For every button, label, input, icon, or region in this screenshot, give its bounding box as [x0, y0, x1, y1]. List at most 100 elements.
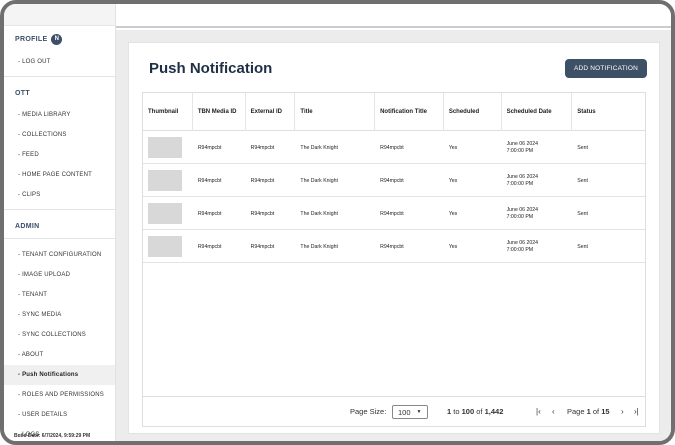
- thumbnail-image[interactable]: [148, 236, 182, 257]
- cell-external-id: R94mpcbt: [250, 144, 275, 151]
- sidebar-item-tenant[interactable]: - TENANT: [4, 285, 115, 305]
- top-bar: [116, 4, 671, 28]
- sidebar-item-push-notifications[interactable]: - Push Notifications: [4, 365, 115, 385]
- table-header: Thumbnail TBN Media ID External ID Title…: [143, 93, 645, 131]
- page-size-label: Page Size:: [350, 407, 387, 416]
- sidebar-divider: [4, 76, 115, 77]
- cell-title: The Dark Knight: [300, 177, 338, 184]
- scheduled-date-time: 7:00:00 PM: [506, 147, 534, 154]
- sidebar-item-clips[interactable]: - CLIPS: [4, 185, 115, 205]
- cell-status: Sent: [577, 177, 588, 184]
- scheduled-date-time: 7:00:00 PM: [506, 180, 534, 187]
- previous-page-icon[interactable]: ‹: [552, 407, 555, 416]
- avatar[interactable]: N: [51, 33, 63, 45]
- sidebar-item-collections[interactable]: - COLLECTIONS: [4, 125, 115, 145]
- column-header-title[interactable]: Title: [295, 93, 376, 131]
- sidebar-item-sync-collections[interactable]: - SYNC COLLECTIONS: [4, 325, 115, 345]
- range-start: 1: [447, 407, 452, 416]
- sidebar-item-feed[interactable]: - FEED: [4, 145, 115, 165]
- sidebar-item-media-library[interactable]: - MEDIA LIBRARY: [4, 105, 115, 125]
- column-header-scheduled[interactable]: Scheduled: [444, 93, 502, 131]
- table-row[interactable]: R94mpcbt R94mpcbt The Dark Knight R94mpc…: [143, 164, 645, 197]
- sidebar-item-roles-and-permissions[interactable]: - ROLES AND PERMISSIONS: [4, 385, 115, 405]
- range-end: 100: [461, 407, 475, 416]
- sidebar-item-sync-media[interactable]: - SYNC MEDIA: [4, 305, 115, 325]
- table-row[interactable]: R94mpcbt R94mpcbt The Dark Knight R94mpc…: [143, 131, 645, 164]
- scheduled-date-day: June 06 2024: [506, 140, 539, 147]
- page-label: Page: [567, 407, 585, 416]
- column-header-thumbnail[interactable]: Thumbnail: [143, 93, 193, 131]
- cell-notification-title: R94mpcbt: [380, 243, 404, 250]
- cell-scheduled: Yes: [448, 177, 458, 184]
- last-page-icon[interactable]: ›|: [634, 407, 639, 416]
- cell-title: The Dark Knight: [300, 243, 338, 250]
- range-total: 1,442: [484, 407, 504, 416]
- table-row[interactable]: R94mpcbt R94mpcbt The Dark Knight R94mpc…: [143, 230, 645, 263]
- content-card: Push Notification ADD NOTIFICATION Thumb…: [128, 42, 660, 434]
- cell-notification-title: R94mpcbt: [380, 210, 404, 217]
- pagination-bar: Page Size: 100 ▼ 1 to 100 of 1,442 |‹ ‹ …: [142, 397, 646, 427]
- row-range: 1 to 100 of 1,442: [447, 407, 503, 416]
- build-date: Build Date: 6/7/2024, 9:59:29 PM: [14, 433, 91, 439]
- cell-tbn-media-id: R94mpcbt: [197, 144, 222, 151]
- thumbnail-image[interactable]: [148, 170, 182, 191]
- cell-scheduled: Yes: [448, 243, 458, 250]
- column-header-notification-title[interactable]: Notification Title: [375, 93, 444, 131]
- sidebar-item-home-page-content[interactable]: - HOME PAGE CONTENT: [4, 165, 115, 185]
- cell-status: Sent: [577, 243, 588, 250]
- cell-tbn-media-id: R94mpcbt: [197, 177, 222, 184]
- sidebar-item-about[interactable]: - ABOUT: [4, 345, 115, 365]
- cell-tbn-media-id: R94mpcbt: [197, 210, 222, 217]
- cell-tbn-media-id: R94mpcbt: [197, 243, 222, 250]
- current-page: 1: [586, 407, 591, 416]
- column-header-scheduled-date[interactable]: Scheduled Date: [502, 93, 573, 131]
- column-header-tbn-media-id[interactable]: TBN Media ID: [193, 93, 246, 131]
- cell-title: The Dark Knight: [300, 144, 338, 151]
- scheduled-date-day: June 06 2024: [506, 206, 539, 213]
- page-size-select[interactable]: 100 ▼: [392, 405, 428, 419]
- cell-notification-title: R94mpcbt: [380, 144, 404, 151]
- cell-scheduled-date: June 06 2024 7:00:00 PM: [502, 164, 573, 197]
- first-page-icon[interactable]: |‹: [536, 407, 541, 416]
- sidebar-item-image-upload[interactable]: - IMAGE UPLOAD: [4, 265, 115, 285]
- total-pages: 15: [601, 407, 610, 416]
- thumbnail-image[interactable]: [148, 203, 182, 224]
- cell-scheduled-date: June 06 2024 7:00:00 PM: [502, 197, 573, 230]
- cell-scheduled: Yes: [448, 144, 458, 151]
- sidebar-item-tenant-configuration[interactable]: - TENANT CONFIGURATION: [4, 245, 115, 265]
- app-window: PROFILE N - LOG OUT OTT - MEDIA LIBRARY …: [0, 0, 675, 445]
- scheduled-date-day: June 06 2024: [506, 239, 539, 246]
- add-notification-button[interactable]: ADD NOTIFICATION: [565, 59, 647, 78]
- range-of: of: [476, 407, 483, 416]
- notifications-table: Thumbnail TBN Media ID External ID Title…: [142, 92, 646, 397]
- column-header-external-id[interactable]: External ID: [246, 93, 296, 131]
- page-of-label: of: [592, 407, 600, 416]
- page-indicator: Page 1 of 15: [567, 407, 610, 416]
- cell-notification-title: R94mpcbt: [380, 177, 404, 184]
- ott-heading: OTT: [15, 89, 30, 97]
- sidebar-top-band: [4, 4, 115, 26]
- next-page-icon[interactable]: ›: [621, 407, 624, 416]
- range-to: to: [453, 407, 460, 416]
- sidebar-item-user-details[interactable]: - USER DETAILS: [4, 405, 115, 425]
- cell-scheduled-date: June 06 2024 7:00:00 PM: [502, 131, 573, 164]
- sidebar-divider: [4, 238, 115, 239]
- scheduled-date-time: 7:00:00 PM: [506, 213, 534, 220]
- cell-external-id: R94mpcbt: [250, 177, 275, 184]
- column-header-status[interactable]: Status: [572, 93, 645, 131]
- dropdown-caret-icon: ▼: [416, 409, 422, 415]
- cell-scheduled: Yes: [448, 210, 458, 217]
- profile-heading[interactable]: PROFILE N: [4, 26, 115, 52]
- cell-scheduled-date: June 06 2024 7:00:00 PM: [502, 230, 573, 263]
- cell-status: Sent: [577, 144, 588, 151]
- profile-label: PROFILE: [15, 35, 48, 43]
- scheduled-date-time: 7:00:00 PM: [506, 246, 534, 253]
- table-row[interactable]: R94mpcbt R94mpcbt The Dark Knight R94mpc…: [143, 197, 645, 230]
- thumbnail-image[interactable]: [148, 137, 182, 158]
- page-size-value: 100: [398, 407, 411, 417]
- admin-heading: ADMIN: [15, 222, 40, 230]
- scheduled-date-day: June 06 2024: [506, 173, 539, 180]
- sidebar-divider: [4, 209, 115, 210]
- sidebar-item-logout[interactable]: - LOG OUT: [4, 52, 115, 72]
- page-title: Push Notification: [149, 60, 273, 77]
